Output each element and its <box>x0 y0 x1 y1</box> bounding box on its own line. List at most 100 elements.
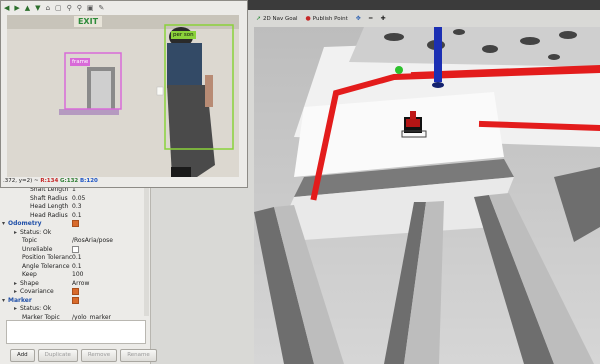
displays-scrollbar[interactable] <box>144 186 149 316</box>
duplicate-button[interactable]: Duplicate <box>37 349 78 362</box>
property-row[interactable]: ▸ Shape Arrow <box>2 280 144 289</box>
property-name-text: Shaft Radius <box>30 194 68 202</box>
property-row[interactable]: Angle Tolerance 0.1 <box>2 263 144 272</box>
property-name: ▸ Covariance <box>2 288 72 297</box>
arrow-up-icon[interactable]: ▲ <box>25 4 30 12</box>
property-row[interactable]: Head Radius 0.1 <box>2 212 144 221</box>
property-value[interactable] <box>72 245 142 255</box>
property-name: Unreliable <box>2 246 72 255</box>
pixel-red-value: R:134 <box>40 178 59 184</box>
property-value[interactable]: /RosAria/pose <box>72 237 142 246</box>
property-value-text: 0.1 <box>72 254 82 261</box>
home-icon[interactable]: ⌂ <box>46 4 50 12</box>
move-camera-tool[interactable]: ✥ <box>356 16 361 22</box>
property-row[interactable]: ▸ Covariance <box>2 288 144 297</box>
property-row[interactable]: ▸ Status: Ok <box>2 305 144 314</box>
goal-marker <box>395 66 403 74</box>
checkbox[interactable] <box>72 288 79 295</box>
pixel-status-bar: .372, y=2) ~ R:134 G:132 B:120 <box>3 178 98 184</box>
property-row[interactable]: Unreliable <box>2 245 144 255</box>
rename-button[interactable]: Rename <box>120 349 157 362</box>
property-value-text: 0.1 <box>72 262 82 270</box>
zoom-out-icon[interactable]: ⚲ <box>77 4 82 12</box>
map-pin-icon: ● <box>305 15 311 22</box>
property-name: Head Length <box>2 203 72 212</box>
property-name-text: Shape <box>20 279 39 287</box>
rviz-3d-view[interactable] <box>254 27 600 364</box>
property-name: ▾ Marker <box>2 297 72 306</box>
property-value-text: 0.05 <box>72 194 86 202</box>
property-row[interactable]: Topic/RosAria/pose <box>2 237 144 246</box>
property-row[interactable]: Position Tolerance 0.1 <box>2 254 144 263</box>
property-value[interactable] <box>72 296 142 306</box>
camera-scene <box>7 15 239 177</box>
add-button[interactable]: Add <box>10 349 35 362</box>
property-name: Angle Tolerance <box>2 263 72 272</box>
property-name-text: Head Radius <box>30 211 68 219</box>
property-row[interactable]: Head Length 0.3 <box>2 203 144 212</box>
arrow-right-icon[interactable]: ▶ <box>14 4 19 12</box>
display-item-marker[interactable]: ▾ Marker <box>2 296 144 306</box>
camera-image[interactable]: EXIT frame per son <box>7 15 239 177</box>
property-value-text: 100 <box>72 271 84 278</box>
property-name: Head Radius <box>2 212 72 221</box>
move-camera-icon: ✥ <box>355 15 361 22</box>
property-name-text: Head Length <box>30 203 69 210</box>
map-render <box>254 27 600 364</box>
property-name-text: Covariance <box>20 288 54 295</box>
property-name: ▸ Status: Ok <box>2 305 72 314</box>
property-value[interactable]: 0.3 <box>72 203 142 212</box>
property-name: ▸ Shape <box>2 280 72 289</box>
property-name: ▸ Status: Ok <box>2 229 72 238</box>
property-name: ▾ Odometry <box>2 220 72 229</box>
property-name: Position Tolerance <box>2 254 72 263</box>
minus-icon: ━ <box>368 15 373 22</box>
property-value[interactable]: 100 <box>72 271 142 280</box>
property-name-text: Status: Ok <box>20 228 52 236</box>
save-icon[interactable]: ▣ <box>87 4 94 12</box>
pixel-coordinates: .372, y=2) ~ <box>3 178 39 184</box>
property-value[interactable] <box>72 288 142 297</box>
property-value[interactable]: 0.1 <box>72 212 142 221</box>
publish-point-tool[interactable]: ● Publish Point <box>305 15 348 23</box>
pose-arrow <box>434 27 442 82</box>
person-bbox-label: per son <box>171 31 196 39</box>
zoom-out-tool[interactable]: ━ <box>369 16 373 22</box>
pixel-green-value: G:132 <box>60 178 79 184</box>
nav-goal-icon: ➚ <box>256 15 262 22</box>
display-item-odometry[interactable]: ▾ Odometry <box>2 220 144 229</box>
publish-point-label: Publish Point <box>312 16 348 22</box>
arrow-down-icon[interactable]: ▼ <box>35 4 40 12</box>
property-name-text: Unreliable <box>22 245 53 253</box>
nav-goal-tool[interactable]: ➚ 2D Nav Goal <box>256 15 298 23</box>
property-value[interactable]: Arrow <box>72 280 142 289</box>
property-value[interactable]: 0.1 <box>72 254 142 263</box>
remove-button[interactable]: Remove <box>80 349 118 362</box>
zoom-in-icon[interactable]: ⚲ <box>67 4 72 12</box>
property-name: Keep <box>2 271 72 280</box>
frame-bbox-label: frame <box>70 58 91 66</box>
property-value[interactable]: 0.1 <box>72 263 142 272</box>
property-row[interactable]: Keep 100 <box>2 271 144 280</box>
zoom-rect-icon[interactable]: ▢ <box>55 4 62 12</box>
nav-goal-label: 2D Nav Goal <box>263 16 298 22</box>
property-name: Shaft Radius <box>2 195 72 204</box>
zoom-in-tool[interactable]: ✚ <box>380 16 385 22</box>
image-view-toolbar: ◀ ▶ ▲ ▼ ⌂ ▢ ⚲ ⚲ ▣ ✎ <box>1 1 250 15</box>
property-name-text: Status: Ok <box>20 305 52 312</box>
settings-icon[interactable]: ✎ <box>99 4 105 12</box>
image-view-window: ◀ ▶ ▲ ▼ ⌂ ▢ ⚲ ⚲ ▣ ✎ EXIT frame per son .… <box>0 0 248 188</box>
property-row[interactable]: Shaft Radius 0.05 <box>2 195 144 204</box>
property-value[interactable]: 0.05 <box>72 195 142 204</box>
display-description-box <box>6 320 146 344</box>
property-row[interactable]: ▸ Status: Ok <box>2 229 144 238</box>
checkbox[interactable] <box>72 296 79 304</box>
property-value[interactable] <box>72 220 142 229</box>
property-name-text: Odometry <box>8 220 42 227</box>
checkbox[interactable] <box>72 245 79 253</box>
exit-sign: EXIT <box>74 16 102 27</box>
arrow-left-icon[interactable]: ◀ <box>4 4 9 12</box>
displays-tree[interactable]: Shaft Length 1 Shaft Radius 0.05 Head Length… <box>2 186 144 339</box>
property-name: Topic <box>2 237 72 246</box>
checkbox[interactable] <box>72 220 79 227</box>
